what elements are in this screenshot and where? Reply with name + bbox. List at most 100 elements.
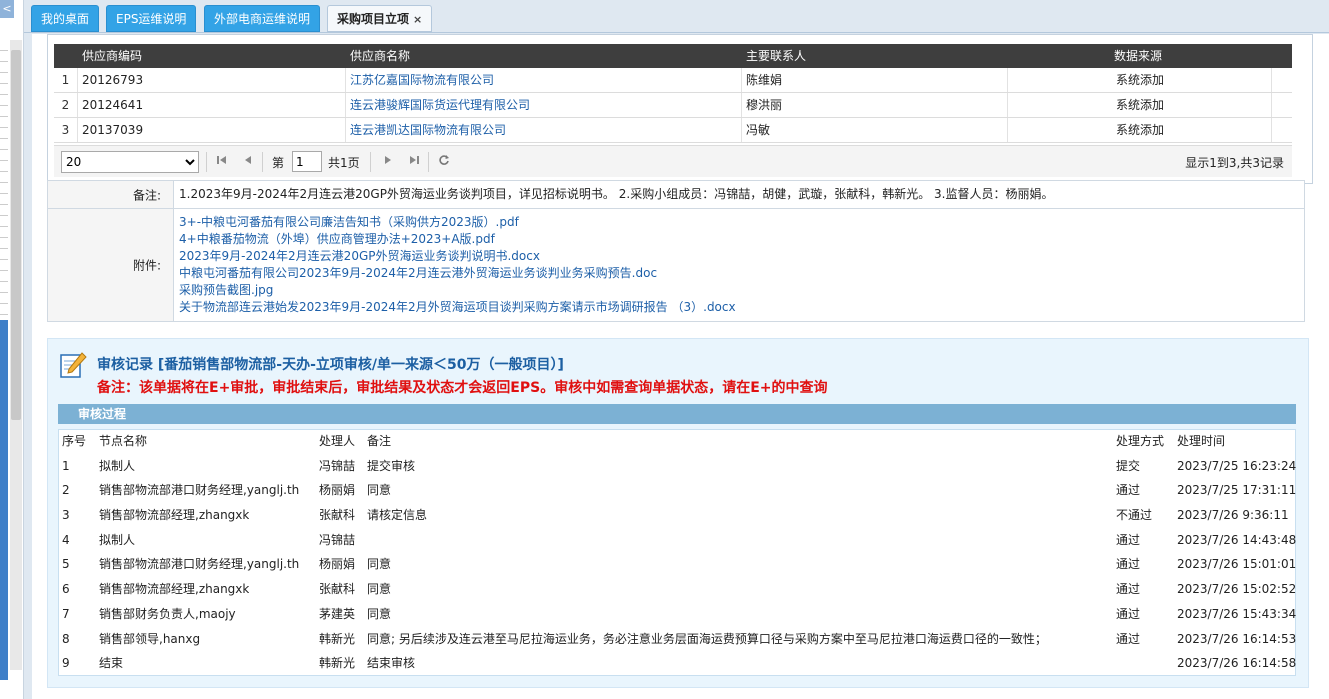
col-source[interactable]: 数据来源 [1008, 44, 1272, 68]
table-row[interactable]: 2 20124641 连云港骏辉国际货运代理有限公司 穆洪丽 系统添加 [54, 93, 1292, 118]
col-supplier-name[interactable]: 供应商名称 [346, 44, 742, 68]
attachment-link[interactable]: 中粮屯河番茄有限公司2023年9月-2024年2月连云港外贸海运业务谈判业务采购… [179, 265, 1299, 282]
audit-node: 销售部领导,hanxg [99, 631, 201, 646]
supplier-name-link[interactable]: 连云港骏辉国际货运代理有限公司 [346, 93, 742, 117]
supplier-name-link[interactable]: 江苏亿嘉国际物流有限公司 [346, 68, 742, 92]
tab-ecommerce-ops[interactable]: 外部电商运维说明 [204, 5, 321, 32]
audit-no: 3 [62, 508, 70, 523]
attachment-label: 附件: [132, 258, 161, 273]
pager-divider [262, 152, 263, 172]
attachment-link[interactable]: 采购预告截图.jpg [179, 282, 1299, 299]
refresh-icon[interactable] [436, 154, 452, 170]
audit-notepad-icon [58, 350, 88, 380]
supplier-source: 系统添加 [1008, 93, 1272, 117]
table-row[interactable]: 3 20137039 连云港凯达国际物流有限公司 冯敏 系统添加 [54, 118, 1292, 143]
audit-process-bar: 审核过程 [58, 404, 1296, 424]
tab-my-desktop[interactable]: 我的桌面 [31, 5, 100, 32]
attachment-row: 附件: 3+-中粮屯河番茄有限公司廉洁告知书（采购供方2023版）.pdf 4+… [48, 209, 1304, 321]
table-row: 6 销售部物流部经理,zhangxk 张献科 同意 通过 2023/7/26 15:02:… [58, 577, 1296, 602]
nav-scrollbar-thumb[interactable] [11, 50, 21, 420]
audit-time: 2023/7/26 15:02:52 [1177, 582, 1297, 597]
grid-pager: 10 20 30 50 第 共1页 [54, 145, 1292, 177]
audit-node: 销售部物流部港口财务经理,yanglj.th [99, 483, 300, 498]
page-number-input[interactable] [292, 151, 322, 172]
audit-node: 拟制人 [99, 458, 136, 473]
nav-selected-strip [0, 320, 8, 680]
attachment-label-cell: 附件: [48, 209, 174, 321]
audit-time: 2023/7/26 16:14:53 [1177, 631, 1297, 646]
supplier-name-link[interactable]: 连云港凯达国际物流有限公司 [346, 118, 742, 142]
audit-remark: 同意 [367, 557, 392, 572]
attachment-list: 3+-中粮屯河番茄有限公司廉洁告知书（采购供方2023版）.pdf 4+中粮番茄… [174, 209, 1304, 321]
attachment-link[interactable]: 4+中粮番茄物流（外埠）供应商管理办法+2023+A版.pdf [179, 231, 1299, 248]
tab-label: EPS运维说明 [116, 12, 187, 26]
table-row: 7 销售部财务负责人,maojy 茅建英 同意 通过 2023/7/26 15:43:34 [58, 602, 1296, 627]
page-prefix-label: 第 [272, 156, 285, 170]
audit-time: 2023/7/26 15:43:34 [1177, 606, 1297, 621]
supplier-contact: 穆洪丽 [742, 93, 1008, 117]
col-index [54, 44, 78, 68]
row-index: 3 [54, 118, 78, 142]
col-contact[interactable]: 主要联系人 [742, 44, 1008, 68]
project-info-table: 备注: 1.2023年9月-2024年2月连云港20GP外贸海运业务谈判项目，详… [47, 180, 1305, 322]
last-page-icon[interactable] [406, 154, 422, 170]
audit-time: 2023/7/26 14:43:48 [1177, 532, 1297, 547]
left-arrow-icon[interactable]: < [0, 0, 14, 18]
table-row: 5 销售部物流部港口财务经理,yanglj.th 杨丽娟 同意 通过 2023/7/26 … [58, 552, 1296, 577]
table-row[interactable]: 1 20126793 江苏亿嘉国际物流有限公司 陈维娟 系统添加 [54, 68, 1292, 93]
row-index: 2 [54, 93, 78, 117]
audit-title: 审核记录 [番茄销售部物流部-天办-立项审核/单一来源＜50万（一般项目）] [97, 357, 564, 373]
pager-divider [370, 152, 371, 172]
grid-header: 供应商编码 供应商名称 主要联系人 数据来源 [54, 44, 1292, 68]
audit-no: 6 [62, 582, 70, 597]
audit-method: 通过 [1116, 582, 1141, 597]
audit-method: 通过 [1116, 483, 1141, 498]
supplier-code: 20126793 [78, 68, 346, 92]
audit-no: 1 [62, 458, 70, 473]
supplier-source: 系统添加 [1008, 68, 1272, 92]
audit-node: 结束 [99, 656, 124, 671]
audit-remark: 同意 [367, 483, 392, 498]
attachment-link[interactable]: 3+-中粮屯河番茄有限公司廉洁告知书（采购供方2023版）.pdf [179, 214, 1299, 231]
left-nav-strip: < [0, 0, 24, 699]
next-page-icon[interactable] [380, 154, 396, 170]
col-method: 处理方式 [1116, 434, 1165, 448]
audit-remark: 请核定信息 [367, 508, 428, 523]
supplier-contact: 冯敏 [742, 118, 1008, 142]
tab-label: 我的桌面 [41, 12, 90, 26]
audit-method: 不通过 [1116, 508, 1153, 523]
table-row: 1 拟制人 冯锦喆 提交审核 提交 2023/7/25 16:23:24 [58, 454, 1296, 479]
prev-page-icon[interactable] [240, 154, 256, 170]
audit-handler: 韩新光 [319, 631, 356, 646]
audit-remark: 同意 [367, 606, 392, 621]
audit-node: 拟制人 [99, 532, 136, 547]
page-size-select[interactable]: 10 20 30 50 [61, 151, 199, 173]
col-node: 节点名称 [99, 434, 148, 448]
page-total-label: 共1页 [328, 156, 360, 170]
audit-no: 2 [62, 483, 70, 498]
pager-info: 显示1到3,共3记录 [1185, 156, 1284, 170]
table-row: 9 结束 韩新光 结束审核 2023/7/26 16:14:58 [58, 651, 1296, 676]
pager-divider [428, 152, 429, 172]
audit-handler: 韩新光 [319, 656, 356, 671]
tab-label: 外部电商运维说明 [214, 12, 311, 26]
audit-node: 销售部物流部经理,zhangxk [99, 508, 250, 523]
pager-divider [206, 152, 207, 172]
attachment-link[interactable]: 关于物流部连云港始发2023年9月-2024年2月外贸海运项目谈判采购方案请示市… [179, 299, 1299, 316]
row-index: 1 [54, 68, 78, 92]
first-page-icon[interactable] [214, 154, 230, 170]
tab-procurement-project[interactable]: 采购项目立项 × [327, 5, 433, 32]
attachment-link[interactable]: 2023年9月-2024年2月连云港20GP外贸海运业务谈判说明书.docx [179, 248, 1299, 265]
col-supplier-code[interactable]: 供应商编码 [78, 44, 346, 68]
audit-method: 通过 [1116, 631, 1141, 646]
audit-remark: 同意; 另后续涉及连云港至马尼拉海运业务，务必注意业务层面海运费预算口径与采购方… [367, 631, 1047, 646]
audit-node: 销售部物流部经理,zhangxk [99, 582, 250, 597]
audit-remark: 同意 [367, 582, 392, 597]
audit-node: 销售部财务负责人,maojy [99, 606, 236, 621]
table-row: 2 销售部物流部港口财务经理,yanglj.th 杨丽娟 同意 通过 2023/7/25 … [58, 478, 1296, 503]
close-icon[interactable]: × [413, 13, 422, 26]
remark-label-cell: 备注: [48, 181, 174, 208]
tab-eps-ops[interactable]: EPS运维说明 [106, 5, 197, 32]
col-remark: 备注 [367, 434, 392, 448]
audit-method: 提交 [1116, 458, 1141, 473]
